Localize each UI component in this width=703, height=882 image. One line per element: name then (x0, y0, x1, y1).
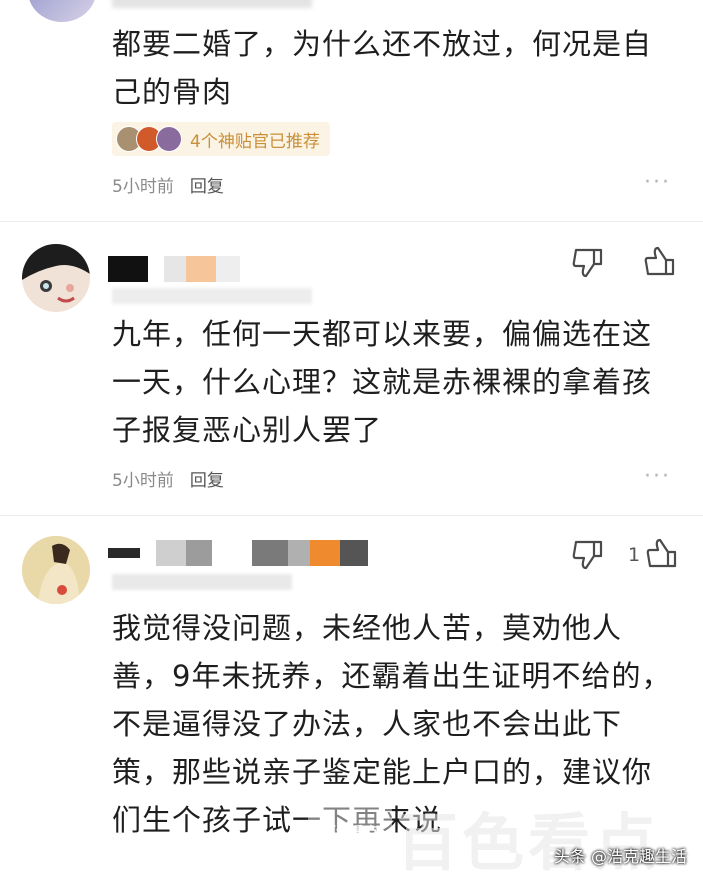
avatar[interactable] (22, 536, 90, 604)
recommender-avatars (116, 126, 182, 152)
more-icon[interactable]: ··· (644, 464, 671, 489)
user-meta-blurred (112, 288, 312, 304)
comment-1-text: 都要二婚了，为什么还不放过，何况是自己的骨肉 (112, 27, 653, 109)
like-icon[interactable] (644, 536, 680, 570)
watermark-logo: 百色看点 (308, 806, 392, 858)
attribution-label: 头条 @浩克趣生活 (553, 847, 687, 866)
comment-1-time: 5小时前 (112, 177, 174, 197)
user-meta-blurred (112, 574, 292, 590)
like-count: 1 (628, 544, 641, 566)
comment-2: 九年，任何一天都可以来要，偏偏选在这一天，什么心理？这就是赤裸裸的拿着孩子报复恶… (0, 222, 703, 514)
dislike-icon[interactable] (570, 538, 606, 572)
comment-2-time: 5小时前 (112, 471, 174, 491)
comment-1-reply-button[interactable]: 回复 (190, 172, 224, 197)
recommend-badge[interactable]: 4个神贴官已推荐 (112, 122, 330, 156)
avatar[interactable] (22, 244, 90, 312)
recommend-label: 4个神贴官已推荐 (190, 131, 320, 152)
watermark-text: 百色看点 (396, 806, 661, 879)
username-redacted (108, 540, 368, 566)
comment-1-meta: 5小时前 回复 (112, 172, 224, 197)
username-redacted (108, 256, 240, 282)
dislike-icon[interactable] (570, 246, 606, 280)
like-icon[interactable] (642, 244, 678, 278)
comment-2-reply-button[interactable]: 回复 (190, 466, 224, 491)
more-icon[interactable]: ··· (644, 170, 671, 195)
comment-1: 都要二婚了，为什么还不放过，何况是自己的骨肉 4个神贴官已推荐 5小时前 回复 … (0, 0, 703, 220)
comment-2-meta: 5小时前 回复 (112, 466, 224, 491)
comment-2-text: 九年，任何一天都可以来要，偏偏选在这一天，什么心理？这就是赤裸裸的拿着孩子报复恶… (112, 317, 653, 447)
